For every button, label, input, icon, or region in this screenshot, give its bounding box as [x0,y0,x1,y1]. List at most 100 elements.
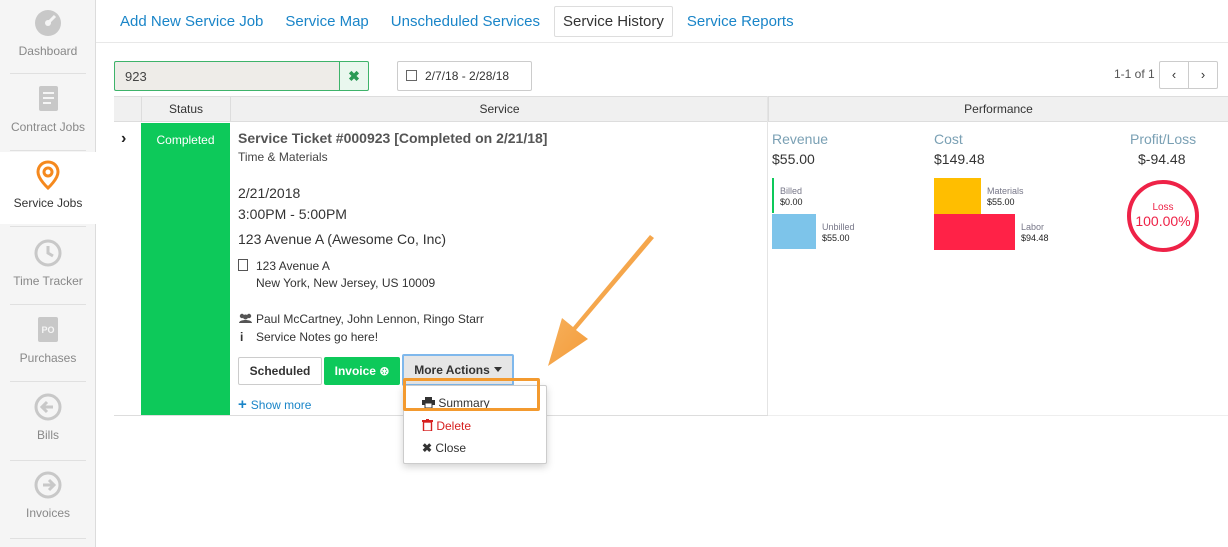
menu-item-close[interactable]: ✖ Close [422,441,466,455]
column-header-performance: Performance [768,97,1228,121]
column-header-status: Status [141,97,230,121]
calendar-icon [406,70,417,81]
status-badge: Completed [141,123,230,416]
service-client: 123 Avenue A (Awesome Co, Inc) [238,231,447,247]
sidebar-item-label: Contract Jobs [10,120,86,134]
table-header: Status Service Performance [114,96,1228,122]
labor-value: $94.48 [1021,233,1049,243]
more-actions-label: More Actions [414,363,490,377]
summary-highlight-box [403,378,540,411]
users-icon [239,313,252,323]
loss-badge-label: Loss [1152,202,1174,213]
divider [10,304,86,305]
unbilled-label: Unbilled [822,222,855,232]
menu-item-label: Delete [436,419,472,433]
revenue-label: Revenue [772,131,829,147]
service-type: Time & Materials [238,150,328,164]
divider [768,415,1228,416]
tab-unscheduled-services[interactable]: Unscheduled Services [383,7,548,36]
labor-bar [934,214,1015,250]
arrow-circle-right-icon: ⊛ [379,364,390,378]
trash-icon [422,419,433,432]
menu-item-delete[interactable]: Delete [422,419,471,433]
divider [10,226,86,227]
service-date: 2/21/2018 [238,185,301,201]
plus-icon: + [238,396,247,413]
revenue-value: $55.00 [772,151,815,167]
divider [10,73,86,74]
service-time: 3:00PM - 5:00PM [238,206,347,222]
menu-item-label: Close [435,441,467,455]
crew-members: Paul McCartney, John Lennon, Ringo Starr [256,312,484,326]
materials-value: $55.00 [987,197,1015,207]
sidebar-item-label: Purchases [19,351,77,365]
sidebar-item-dashboard[interactable]: Dashboard [0,8,96,68]
show-more-label: Show more [250,398,312,412]
sidebar-item-label: Service Jobs [13,196,83,210]
profit-loss-label: Profit/Loss [1130,131,1197,147]
cost-label: Cost [934,131,963,147]
show-more-link[interactable]: + Show more [238,396,311,413]
sidebar-item-contract-jobs[interactable]: Contract Jobs [0,84,96,144]
tab-service-reports[interactable]: Service Reports [679,7,802,36]
sidebar-item-bills[interactable]: Bills [0,392,96,452]
search-input[interactable]: 923 [114,61,340,91]
billed-label: Billed [780,186,803,196]
close-icon: ✖ [422,441,433,455]
sidebar-item-invoices[interactable]: Invoices [0,470,96,530]
tab-service-map[interactable]: Service Map [277,7,376,36]
profit-loss-value: $-94.48 [1138,151,1186,167]
address-line-2: New York, New Jersey, US 10009 [256,276,436,290]
pagination-count: 1-1 of 1 [1114,67,1155,81]
sidebar-item-purchases[interactable]: PO Purchases [0,315,96,375]
sidebar-item-label: Bills [36,428,59,442]
service-notes: Service Notes go here! [256,330,379,344]
building-icon [238,259,248,271]
po-icon: PO [38,317,58,342]
contract-icon [39,86,58,111]
invoice-button[interactable]: Invoice ⊛ [324,357,400,385]
loss-badge: Loss 100.00% [1127,180,1199,252]
arrow-right-circle-icon [34,471,62,499]
location-pin-icon [36,160,60,190]
divider [10,538,86,539]
materials-label: Materials [987,186,1024,196]
tab-add-new-service-job[interactable]: Add New Service Job [112,7,271,36]
address-line-1: 123 Avenue A [256,259,330,273]
scheduled-button[interactable]: Scheduled [238,357,322,385]
dashboard-icon [35,10,61,36]
arrow-left-circle-icon [34,393,62,421]
column-header-service: Service [230,97,768,121]
loss-badge-value: 100.00% [1135,213,1191,229]
billed-value: $0.00 [780,197,803,207]
materials-bar [934,178,981,214]
billed-bar [772,178,774,213]
sidebar-item-time-tracker[interactable]: Time Tracker [0,238,96,298]
sidebar-item-label: Time Tracker [13,274,83,288]
caret-down-icon [493,367,502,372]
labor-label: Labor [1021,222,1045,232]
divider [10,460,86,461]
sidebar: Dashboard Contract Jobs Service Jobs Tim… [0,0,104,547]
next-page-button[interactable]: › [1189,62,1217,88]
sidebar-item-label: Invoices [25,506,71,520]
date-range-picker[interactable]: 2/7/18 - 2/28/18 [397,61,532,91]
tab-service-history[interactable]: Service History [554,5,673,37]
divider [10,381,86,382]
divider [10,150,86,151]
date-range-value: 2/7/18 - 2/28/18 [425,69,510,83]
clock-icon [34,239,62,267]
divider [767,96,768,416]
unbilled-bar [772,214,816,249]
service-ticket-title[interactable]: Service Ticket #000923 [Completed on 2/2… [238,130,547,146]
top-nav: Add New Service Job Service Map Unschedu… [112,5,808,37]
prev-page-button[interactable]: ‹ [1160,62,1189,88]
sidebar-item-label: Dashboard [18,44,78,58]
info-icon: i [240,330,244,344]
sidebar-item-service-jobs[interactable]: Service Jobs [0,152,104,224]
divider [96,42,1228,43]
row-expand-chevron-icon[interactable]: › [121,130,126,148]
clear-search-button[interactable]: ✖ [339,61,369,91]
svg-text:PO: PO [41,325,54,335]
invoice-button-label: Invoice [334,364,376,378]
